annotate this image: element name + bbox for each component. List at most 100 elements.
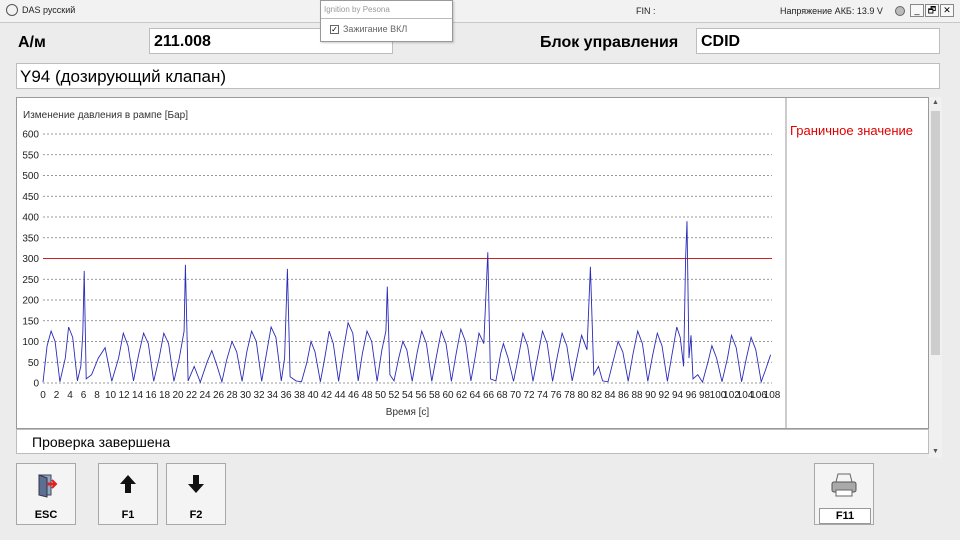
ecu-value: CDID	[701, 33, 741, 50]
x-tick-label: 54	[402, 390, 414, 401]
ignition-popup: Ignition by Pesona ✓ Зажигание ВКЛ	[320, 0, 453, 42]
door-exit-icon	[17, 472, 75, 503]
x-tick-label: 0	[40, 390, 46, 401]
x-tick-label: 78	[564, 390, 576, 401]
window-title: DAS русский	[22, 5, 76, 15]
status-text: Проверка завершена	[32, 434, 171, 450]
y-tick-label: 50	[28, 358, 40, 369]
x-tick-label: 108	[764, 390, 781, 401]
x-tick-label: 64	[469, 390, 481, 401]
app-logo-icon	[6, 4, 18, 16]
x-tick-label: 42	[321, 390, 333, 401]
x-tick-label: 28	[226, 390, 238, 401]
chart-title: Изменение давления в рампе [Бар]	[23, 110, 188, 121]
restore-button[interactable]: 🗗	[925, 4, 939, 17]
y-tick-label: 400	[22, 213, 39, 224]
x-tick-label: 72	[523, 390, 535, 401]
x-tick-label: 92	[658, 390, 670, 401]
x-tick-label: 62	[456, 390, 468, 401]
x-tick-label: 80	[577, 390, 589, 401]
fin-label: FIN :	[636, 6, 656, 16]
x-tick-label: 10	[105, 390, 117, 401]
y-tick-label: 200	[22, 296, 39, 307]
x-tick-label: 46	[348, 390, 360, 401]
legend-limit-label: Граничное значение	[790, 123, 913, 138]
minimize-button[interactable]: _	[910, 4, 924, 17]
x-tick-label: 32	[253, 390, 265, 401]
arrow-up-icon	[99, 472, 157, 501]
connection-status-icon	[895, 6, 905, 16]
y-tick-label: 550	[22, 150, 39, 161]
pressure-chart: Изменение давления в рампе [Бар]05010015…	[22, 98, 913, 428]
x-tick-label: 48	[361, 390, 373, 401]
f2-button[interactable]: F2	[166, 463, 226, 525]
printer-icon	[815, 472, 873, 503]
ecu-label: Блок управления	[540, 34, 679, 51]
f2-button-label: F2	[189, 509, 203, 521]
chart-panel: Изменение давления в рампе [Бар] 0 50 100 15…	[16, 97, 929, 429]
esc-button[interactable]: ESC	[16, 463, 76, 525]
x-tick-label: 96	[685, 390, 697, 401]
x-tick-label: 56	[415, 390, 427, 401]
x-tick-label: 86	[618, 390, 630, 401]
x-tick-label: 50	[375, 390, 387, 401]
scroll-down-icon[interactable]: ▼	[929, 446, 942, 458]
component-field: Y94 (дозирующий клапан)	[16, 63, 940, 89]
y-tick-label: 0	[33, 379, 39, 390]
x-tick-label: 14	[132, 390, 144, 401]
esc-button-label: ESC	[34, 509, 58, 521]
f1-button[interactable]: F1	[98, 463, 158, 525]
x-tick-label: 58	[429, 390, 441, 401]
y-tick-label: 300	[22, 254, 39, 265]
scroll-up-icon[interactable]: ▲	[929, 97, 942, 109]
vertical-scrollbar[interactable]: ▲ ▼	[929, 97, 942, 458]
x-tick-label: 4	[67, 390, 73, 401]
f11-button-label: F11	[819, 508, 871, 524]
battery-voltage-label: Напряжение АКБ: 13.9 V	[780, 6, 883, 16]
title-bar: DAS русский FIN : Напряжение АКБ: 13.9 V…	[0, 0, 960, 23]
x-tick-label: 12	[118, 390, 130, 401]
x-tick-label: 68	[496, 390, 508, 401]
x-tick-label: 84	[604, 390, 616, 401]
close-button[interactable]: ✕	[940, 4, 954, 17]
component-name: Y94 (дозирующий клапан)	[20, 67, 227, 86]
ignition-checkbox[interactable]: ✓	[330, 25, 339, 34]
x-tick-label: 6	[81, 390, 87, 401]
y-tick-label: 500	[22, 171, 39, 182]
x-tick-label: 76	[550, 390, 562, 401]
x-tick-label: 60	[442, 390, 454, 401]
x-tick-label: 24	[199, 390, 211, 401]
x-axis-label: Время [с]	[386, 407, 430, 418]
x-tick-label: 38	[294, 390, 306, 401]
x-tick-label: 66	[483, 390, 495, 401]
x-tick-label: 74	[537, 390, 549, 401]
x-tick-label: 82	[591, 390, 603, 401]
popup-divider	[321, 18, 452, 19]
x-tick-label: 2	[54, 390, 60, 401]
y-tick-label: 100	[22, 337, 39, 348]
x-tick-label: 90	[645, 390, 657, 401]
x-tick-label: 34	[267, 390, 279, 401]
ignition-checkbox-label: Зажигание ВКЛ	[343, 24, 408, 34]
y-tick-label: 150	[22, 316, 39, 327]
x-tick-label: 22	[186, 390, 198, 401]
y-tick-label: 350	[22, 233, 39, 244]
scroll-thumb[interactable]	[931, 111, 940, 355]
x-tick-label: 30	[240, 390, 252, 401]
arrow-down-icon	[167, 472, 225, 501]
x-tick-label: 44	[334, 390, 346, 401]
popup-title: Ignition by Pesona	[324, 5, 390, 14]
x-tick-label: 8	[94, 390, 100, 401]
vehicle-model-value: 211.008	[154, 33, 211, 50]
x-tick-label: 26	[213, 390, 225, 401]
f11-button[interactable]: F11	[814, 463, 874, 525]
y-tick-label: 450	[22, 192, 39, 203]
y-tick-label: 250	[22, 275, 39, 286]
x-tick-label: 20	[172, 390, 184, 401]
y-tick-label: 600	[22, 130, 39, 141]
status-bar: Проверка завершена	[16, 429, 929, 454]
x-tick-label: 88	[631, 390, 643, 401]
x-tick-label: 36	[280, 390, 292, 401]
x-tick-label: 18	[159, 390, 171, 401]
x-tick-label: 70	[510, 390, 522, 401]
